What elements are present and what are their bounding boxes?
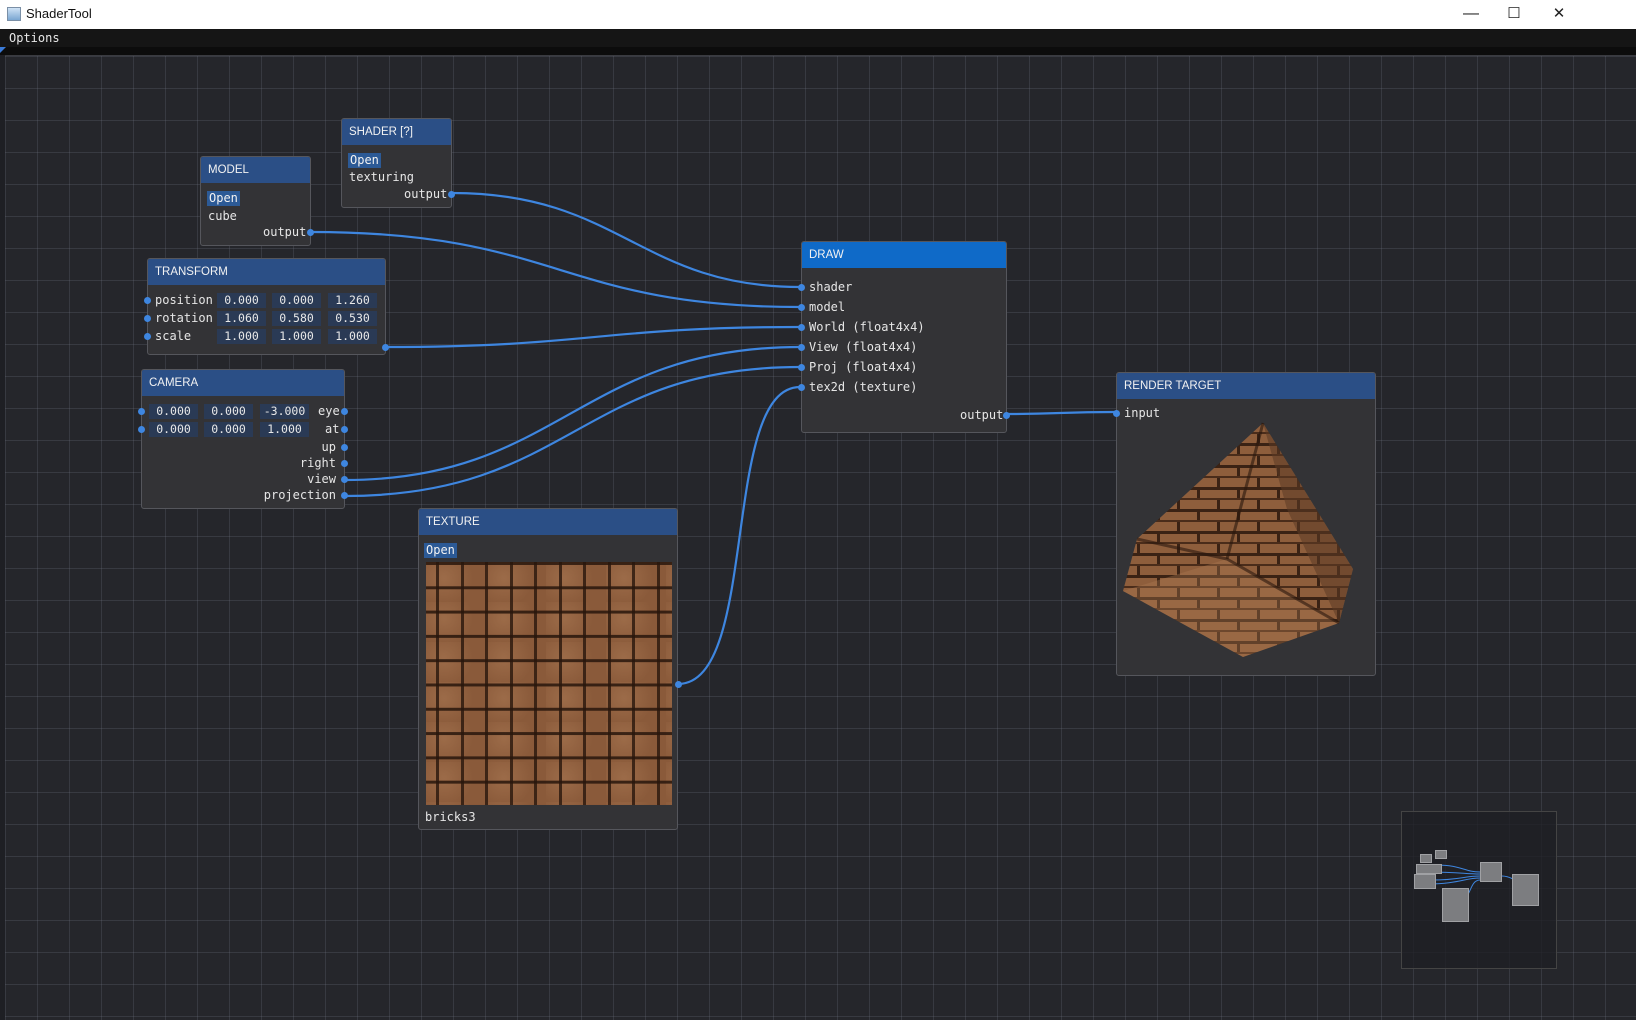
maximize-button[interactable]: ☐ xyxy=(1491,0,1537,29)
proj-input-pin[interactable] xyxy=(798,364,805,371)
up-label: up xyxy=(321,440,336,454)
rotation-y-field[interactable]: 0.580 xyxy=(272,311,321,326)
output-pin[interactable] xyxy=(382,344,389,351)
eye-y-field[interactable]: 0.000 xyxy=(204,404,253,419)
proj-input-label: Proj (float4x4) xyxy=(809,360,918,374)
tex2d-input-pin[interactable] xyxy=(798,384,805,391)
open-button[interactable]: Open xyxy=(424,543,457,558)
draw-node[interactable]: DRAW shader model World (float4x4) View … xyxy=(798,241,1010,433)
minimap-transform xyxy=(1416,864,1442,874)
rotation-label: rotation xyxy=(155,311,213,325)
node-title: MODEL xyxy=(201,157,310,183)
menu-options[interactable]: Options xyxy=(9,31,60,45)
eye-z-field[interactable]: -3.000 xyxy=(260,404,309,419)
output-pin[interactable] xyxy=(307,229,314,236)
app-icon xyxy=(7,7,21,21)
output-label: output xyxy=(960,408,1004,422)
position-label: position xyxy=(155,293,213,307)
close-button[interactable]: ✕ xyxy=(1536,0,1582,29)
shader-file-label: texturing xyxy=(349,170,415,184)
resize-grip-icon xyxy=(0,47,6,53)
node-title: SHADER [?] xyxy=(342,119,451,145)
texture-preview-image xyxy=(426,562,672,805)
open-button[interactable]: Open xyxy=(207,191,240,206)
output-pin[interactable] xyxy=(1003,412,1010,419)
at-input-pin[interactable] xyxy=(138,426,145,433)
model-node[interactable]: MODEL Open cube output xyxy=(200,156,314,246)
node-title: DRAW xyxy=(802,242,1006,268)
shader-input-pin[interactable] xyxy=(798,284,805,291)
at-y-field[interactable]: 0.000 xyxy=(204,422,253,437)
position-y-field[interactable]: 0.000 xyxy=(272,293,321,308)
minimap[interactable] xyxy=(1401,811,1557,969)
at-output-pin[interactable] xyxy=(341,426,348,433)
scale-y-field[interactable]: 1.000 xyxy=(272,329,321,344)
view-input-pin[interactable] xyxy=(798,344,805,351)
tex2d-input-label: tex2d (texture) xyxy=(809,380,918,394)
scale-x-field[interactable]: 1.000 xyxy=(217,329,266,344)
at-x-field[interactable]: 0.000 xyxy=(149,422,198,437)
camera-node[interactable]: CAMERA 0.000 0.000 -3.000 eye 0.000 0.00… xyxy=(138,369,348,509)
minimap-texture xyxy=(1442,888,1469,922)
eye-input-pin[interactable] xyxy=(138,408,145,415)
at-z-field[interactable]: 1.000 xyxy=(260,422,309,437)
minimap-render-target xyxy=(1512,874,1539,906)
model-input-label: model xyxy=(809,300,846,314)
scale-label: scale xyxy=(155,329,192,343)
rotation-x-field[interactable]: 1.060 xyxy=(217,311,266,326)
minimap-model xyxy=(1420,854,1432,863)
transform-node[interactable]: TRANSFORM position 0.000 0.000 1.260 rot… xyxy=(144,258,389,355)
shader-node[interactable]: SHADER [?] Open texturing output xyxy=(341,118,455,208)
view-input-label: View (float4x4) xyxy=(809,340,918,354)
node-title: TRANSFORM xyxy=(148,259,385,285)
world-input-pin[interactable] xyxy=(798,324,805,331)
view-output-pin[interactable] xyxy=(341,476,348,483)
view-label: view xyxy=(307,472,336,486)
window-title: ShaderTool xyxy=(26,6,92,21)
scale-pin[interactable] xyxy=(144,333,151,340)
render-target-node[interactable]: RENDER TARGET input xyxy=(1113,372,1376,676)
output-label: output xyxy=(263,225,307,239)
right-output-pin[interactable] xyxy=(341,460,348,467)
scale-z-field[interactable]: 1.000 xyxy=(328,329,377,344)
rotation-z-field[interactable]: 0.530 xyxy=(328,311,377,326)
minimize-button[interactable]: — xyxy=(1448,0,1494,29)
model-input-pin[interactable] xyxy=(798,304,805,311)
texture-name-label: bricks3 xyxy=(425,810,476,824)
menu-separator xyxy=(0,47,1636,55)
output-pin[interactable] xyxy=(675,681,682,688)
rotation-pin[interactable] xyxy=(144,315,151,322)
projection-label: projection xyxy=(263,488,336,502)
position-pin[interactable] xyxy=(144,297,151,304)
position-z-field[interactable]: 1.260 xyxy=(328,293,377,308)
eye-output-pin[interactable] xyxy=(341,408,348,415)
open-button[interactable]: Open xyxy=(348,153,381,168)
up-output-pin[interactable] xyxy=(341,444,348,451)
texture-node[interactable]: TEXTURE Open bricks3 xyxy=(418,508,682,830)
projection-output-pin[interactable] xyxy=(341,492,348,499)
menu-bar: Options xyxy=(0,29,1636,47)
node-title: CAMERA xyxy=(142,370,344,396)
node-title: TEXTURE xyxy=(419,509,677,535)
model-file-label: cube xyxy=(208,209,237,223)
eye-x-field[interactable]: 0.000 xyxy=(149,404,198,419)
position-x-field[interactable]: 0.000 xyxy=(217,293,266,308)
minimap-camera xyxy=(1414,874,1436,889)
minimap-draw xyxy=(1480,862,1502,882)
right-label: right xyxy=(299,456,336,470)
shader-input-label: shader xyxy=(809,280,853,294)
eye-label: eye xyxy=(318,404,340,418)
output-pin[interactable] xyxy=(448,191,455,198)
world-input-label: World (float4x4) xyxy=(809,320,925,334)
render-preview xyxy=(1117,399,1375,675)
node-title: RENDER TARGET xyxy=(1117,373,1375,399)
minimap-shader xyxy=(1435,850,1447,859)
output-label: output xyxy=(404,187,448,201)
title-bar: ShaderTool — ☐ ✕ xyxy=(0,0,1636,29)
at-label: at xyxy=(325,422,340,436)
